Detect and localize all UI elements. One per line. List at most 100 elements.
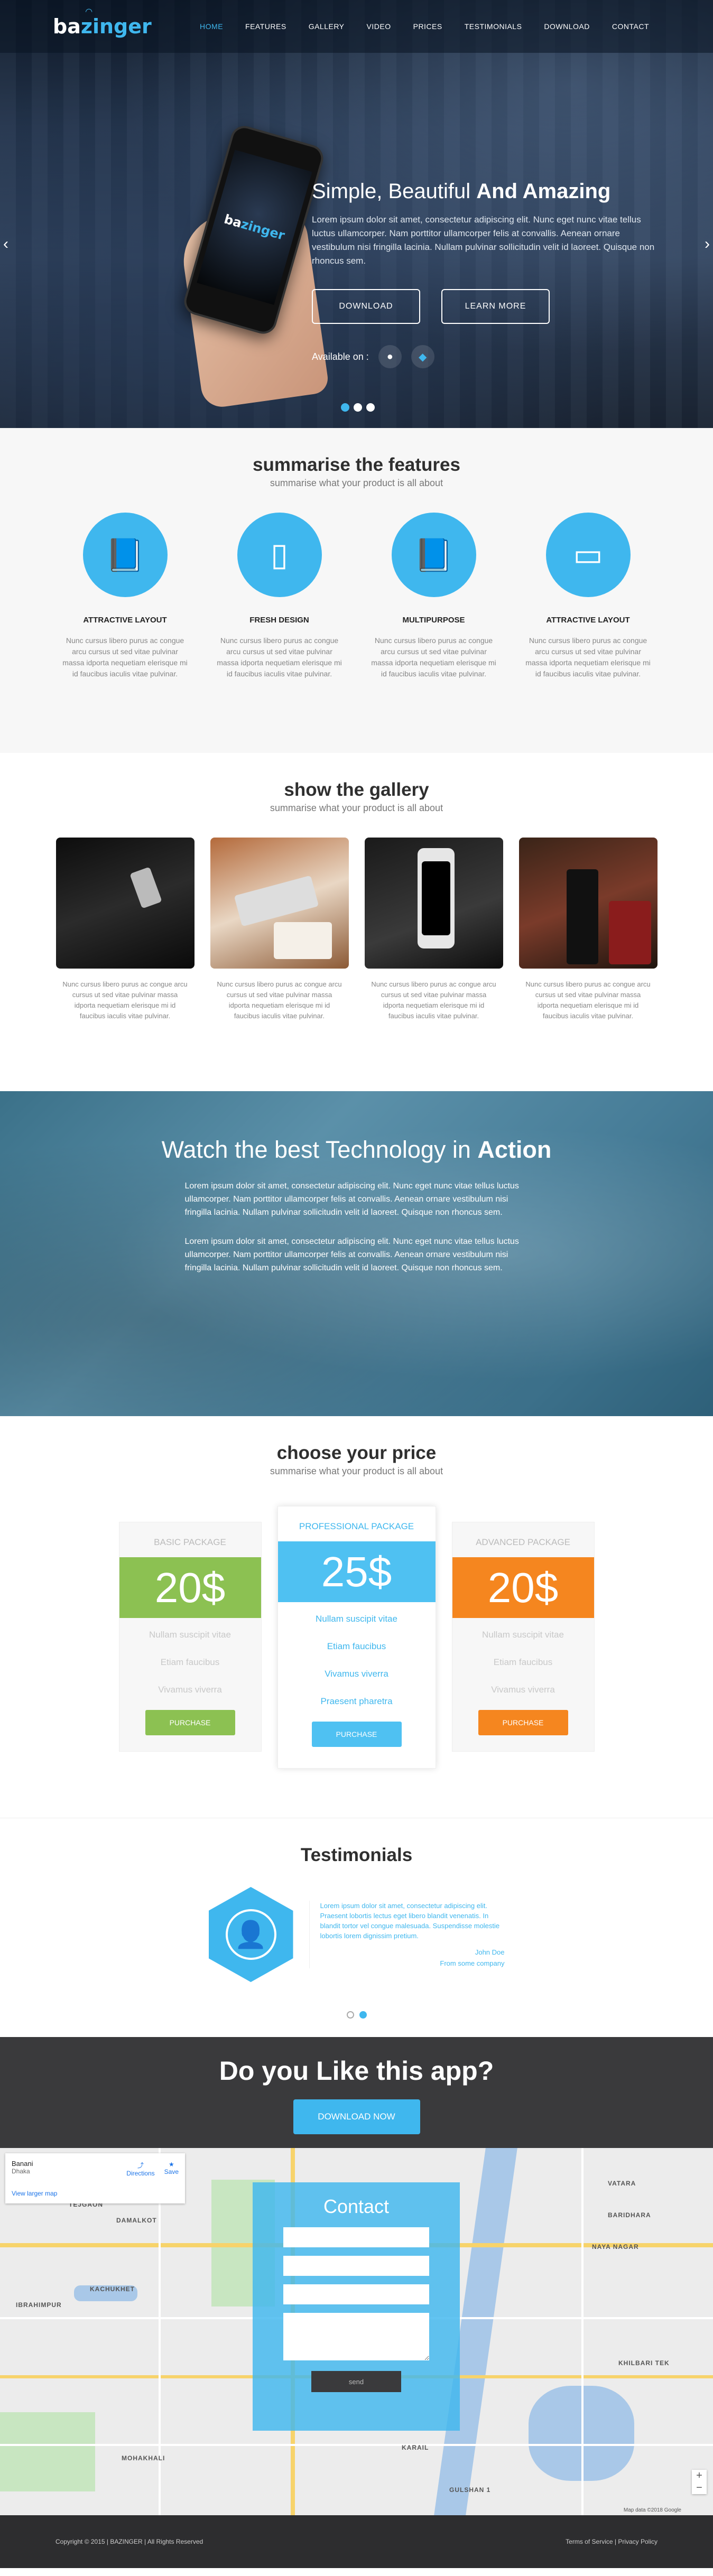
download-now-button[interactable]: DOWNLOAD NOW [293,2099,420,2134]
video-content: Watch the best Technology in Action Lore… [162,1091,552,1275]
testimonial: 👤 Lorem ipsum dolor sit amet, consectetu… [0,1887,713,1982]
download-button[interactable]: DOWNLOAD [312,289,420,324]
map-label: MOHAKHALI [122,2454,165,2462]
map-label: VATARA [608,2180,636,2187]
hero-content: Simple, Beautiful And Amazing Lorem ipsu… [312,180,661,368]
hero-phone-image: ba zinger [169,116,330,410]
apple-icon[interactable]: ● [378,345,402,368]
gallery-text: Nunc cursus libero purus ac congue arcu … [371,980,496,1020]
directions-label: Directions [126,2170,155,2177]
features-subtitle: summarise what your product is all about [270,478,443,488]
map-label: KACHUKHET [90,2285,135,2293]
pricing-section: choose your price summarise what your pr… [0,1416,713,1818]
save-button[interactable]: ★ Save [164,2161,179,2177]
plan-basic: BASIC PACKAGE 20$ Nullam suscipit vitae … [118,1522,262,1752]
slider-dot[interactable] [341,403,349,412]
learn-more-button[interactable]: LEARN MORE [441,289,550,324]
purchase-button[interactable]: PURCHASE [145,1710,235,1735]
gallery-list: Nunc cursus libero purus ac congue arcu … [0,838,713,1021]
name-field[interactable] [283,2227,429,2247]
gallery-text: Nunc cursus libero purus ac congue arcu … [217,980,342,1020]
main-menu: HOME FEATURES GALLERY VIDEO PRICES TESTI… [189,22,660,31]
hero-title-light: Simple, Beautiful [312,180,477,203]
star-icon: ★ [168,2161,174,2168]
plan-feature: Nullam suscipit vitae [482,1630,564,1640]
nav-testimonials[interactable]: TESTIMONIALS [453,22,533,31]
message-field[interactable] [283,2313,429,2360]
gallery-title: show the gallery [284,779,429,800]
android-icon[interactable]: ◆ [411,345,434,368]
plan-feature: Vivamus viverra [491,1685,555,1695]
gallery-text: Nunc cursus libero purus ac congue arcu … [525,980,651,1020]
video-paragraph: Lorem ipsum dolor sit amet, consectetur … [184,1237,519,1272]
feature-item: 📘 ATTRACTIVE LAYOUT Nunc cursus libero p… [48,513,202,680]
feature-title: FRESH DESIGN [249,616,309,625]
testimonial-dots [0,2011,713,2019]
nav-video[interactable]: VIDEO [356,22,402,31]
map-zoom-control: + − [692,2470,707,2494]
save-label: Save [164,2168,179,2175]
zoom-in-icon[interactable]: + [692,2470,707,2482]
gallery-image-phone-hand[interactable] [364,838,503,969]
purchase-button[interactable]: PURCHASE [311,1722,402,1747]
zoom-out-icon[interactable]: − [692,2482,707,2494]
video-title-light: Watch the best Technology in [161,1136,478,1163]
video-paragraph: Lorem ipsum dolor sit amet, consectetur … [184,1182,519,1217]
map-label: IBRAHIMPUR [16,2301,62,2309]
slider-next-icon[interactable]: › [705,235,710,253]
feature-title: MULTIPURPOSE [402,616,465,625]
plan-feature: Praesent pharetra [320,1696,393,1706]
slider-dot[interactable] [366,403,375,412]
view-larger-map-link[interactable]: View larger map [12,2190,57,2197]
testimonial-dot[interactable] [346,2011,354,2019]
contact-map-section[interactable]: TEJGAON DAMALKOT NAYA NAGAR VATARA BARID… [0,2148,713,2515]
subject-field[interactable] [283,2284,429,2304]
feature-text: Nunc cursus libero purus ac congue arcu … [62,636,188,678]
nav-prices[interactable]: PRICES [402,22,453,31]
gallery-image-laptop[interactable] [210,838,349,969]
features-title: summarise the features [253,454,460,475]
plan-feature: Vivamus viverra [158,1685,222,1695]
nav-home[interactable]: HOME [189,22,234,31]
gallery-image-graduation[interactable] [518,838,658,969]
feature-title: ATTRACTIVE LAYOUT [546,616,630,625]
testimonials-section: Testimonials 👤 Lorem ipsum dolor sit ame… [0,1818,713,2037]
gallery-item: Nunc cursus libero purus ac congue arcu … [518,838,658,1021]
slider-prev-icon[interactable]: ‹ [3,235,8,253]
email-field[interactable] [283,2256,429,2276]
hero-title: Simple, Beautiful And Amazing [312,180,661,203]
nav-contact[interactable]: CONTACT [601,22,660,31]
logo[interactable]: ◠ bazinger [53,6,152,38]
testimonial-company: From some company [440,1959,505,1967]
video-title: Watch the best Technology in Action [119,1136,595,1164]
nav-features[interactable]: FEATURES [234,22,298,31]
pricing-plans: BASIC PACKAGE 20$ Nullam suscipit vitae … [0,1506,713,1769]
map-street [0,2444,713,2446]
slider-dot[interactable] [354,403,362,412]
feature-text: Nunc cursus libero purus ac congue arcu … [525,636,651,678]
map-info-card: Banani Dhaka View larger map ⤴ Directions… [5,2153,185,2203]
plan-price: 20$ [452,1557,594,1618]
plan-price: 20$ [119,1557,261,1618]
wifi-icon: ◠ [86,6,92,16]
send-button[interactable]: send [311,2371,401,2392]
footer-links[interactable]: Terms of Service | Privacy Policy [566,2538,658,2545]
feature-text: Nunc cursus libero purus ac congue arcu … [371,636,496,678]
purchase-button[interactable]: PURCHASE [478,1710,568,1735]
directions-button[interactable]: ⤴ Directions [126,2161,154,2177]
gallery-item: Nunc cursus libero purus ac congue arcu … [55,838,195,1021]
gallery-image-phone-suit[interactable] [55,838,195,969]
map-park [0,2412,95,2491]
cta-title: Do you Like this app? [219,2056,494,2086]
testimonial-quote: Lorem ipsum dolor sit amet, consectetur … [320,1902,500,1940]
pricing-title: choose your price [276,1443,437,1463]
plan-feature: Nullam suscipit vitae [316,1614,397,1624]
testimonial-dot[interactable] [359,2011,367,2019]
nav-download[interactable]: DOWNLOAD [533,22,600,31]
logo-accent-text: zinger [80,15,152,38]
mobile-icon: ▯ [237,513,322,597]
map-label: NAYA NAGAR [592,2243,639,2250]
gallery-item: Nunc cursus libero purus ac congue arcu … [364,838,503,1021]
video-section: Watch the best Technology in Action Lore… [0,1091,713,1416]
nav-gallery[interactable]: GALLERY [298,22,356,31]
